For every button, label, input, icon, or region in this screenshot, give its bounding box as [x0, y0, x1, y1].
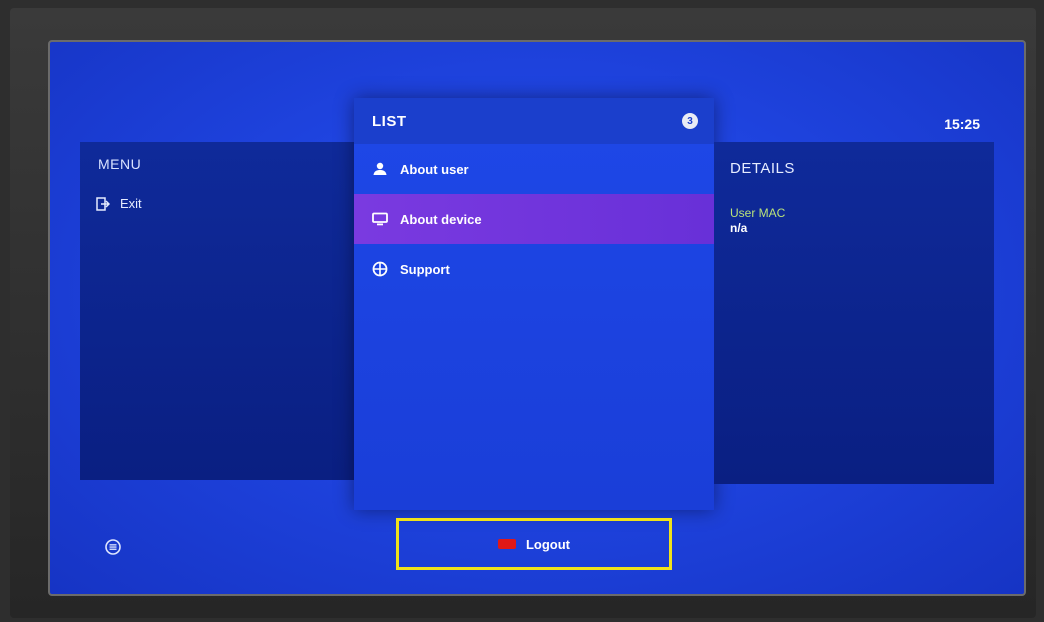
- list-count-badge: 3: [682, 113, 698, 129]
- logout-button[interactable]: Logout: [396, 518, 672, 570]
- list-item-label: About device: [400, 211, 482, 227]
- list-item-about-user[interactable]: About user: [354, 144, 714, 194]
- menu-item-label: Exit: [120, 196, 142, 211]
- menu-panel: MENU Exit: [80, 142, 355, 480]
- user-icon: [373, 162, 387, 175]
- detail-value-user-mac: n/a: [730, 221, 748, 235]
- list-header: LIST 3: [354, 98, 714, 144]
- details-title: DETAILS: [730, 160, 795, 177]
- tv-screen: 15:25 MENU Exit LIST 3 About user About …: [48, 40, 1026, 596]
- menu-item-exit[interactable]: Exit: [96, 196, 142, 211]
- globe-icon: [372, 261, 388, 277]
- list-item-label: About user: [400, 161, 469, 177]
- options-icon[interactable]: [104, 538, 122, 556]
- list-title: LIST: [372, 112, 407, 130]
- red-key-icon: [497, 539, 516, 549]
- menu-title: MENU: [98, 156, 142, 172]
- details-panel: DETAILS User MAC n/a: [714, 142, 994, 484]
- list-panel: LIST 3 About user About device Support: [354, 98, 714, 510]
- list-item-about-device[interactable]: About device: [354, 194, 714, 244]
- logout-label: Logout: [525, 536, 571, 552]
- list-item-label: Support: [400, 261, 450, 277]
- exit-icon: [96, 196, 110, 211]
- list-item-support[interactable]: Support: [354, 244, 714, 294]
- detail-label-user-mac: User MAC: [730, 206, 786, 220]
- clock: 15:25: [944, 116, 980, 132]
- monitor-icon: [372, 212, 388, 226]
